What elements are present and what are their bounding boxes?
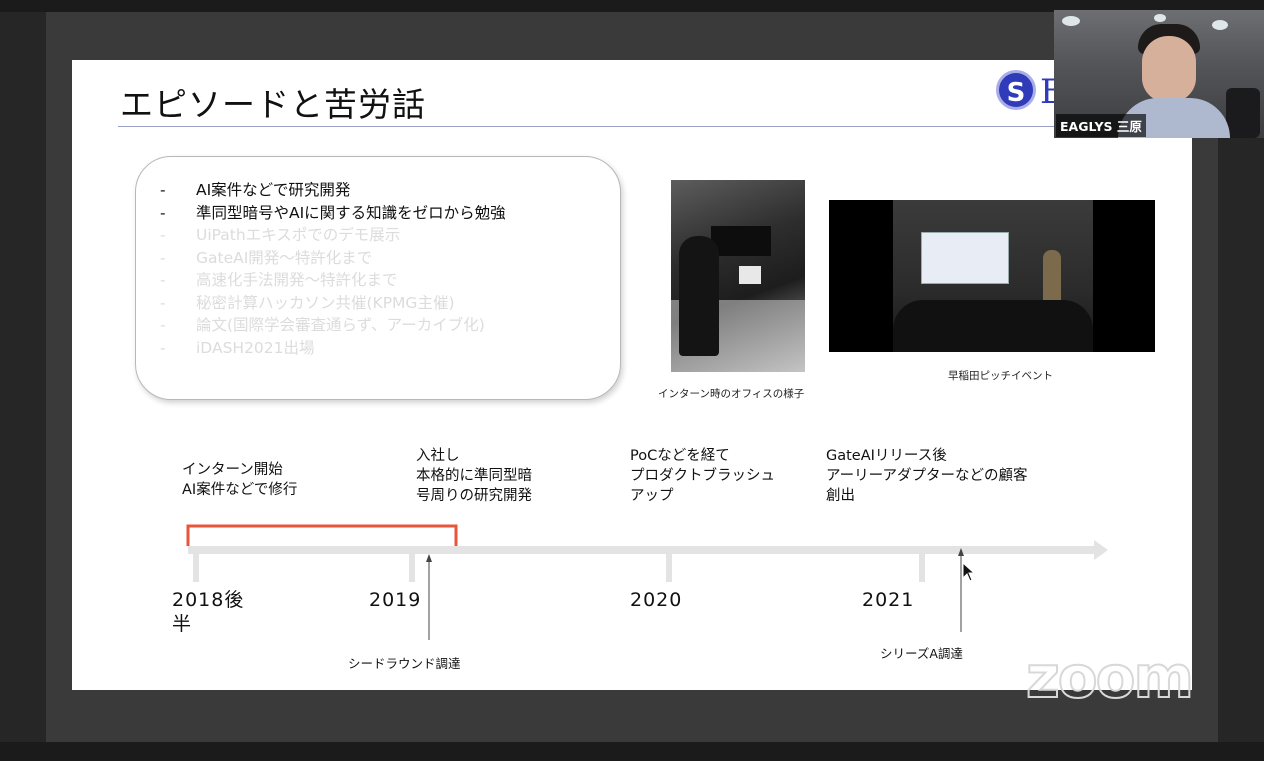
- timeline-event-poc: PoCなどを経て プロダクトブラッシュ アップ: [630, 448, 775, 504]
- participant-name-tag: EAGLYS 三原: [1056, 114, 1146, 137]
- year-2020: 2020: [630, 589, 683, 611]
- zoom-watermark: zoom: [1025, 642, 1195, 712]
- year-2019: 2019: [369, 589, 422, 611]
- bottom-bar: [0, 742, 1264, 761]
- series-a-label: シリーズA調達: [880, 646, 963, 661]
- seed-round-arrow-icon: [426, 554, 432, 562]
- mouse-cursor-icon: [962, 562, 976, 582]
- participant-video[interactable]: EAGLYS 三原: [1054, 10, 1264, 138]
- timeline-event-intern: インターン開始 AI案件などで修行: [182, 462, 298, 498]
- year-2021: 2021: [862, 589, 915, 611]
- timeline-arrowhead-icon: [1094, 540, 1108, 560]
- year-2018: 2018後 半: [172, 589, 245, 635]
- seed-round-label: シードラウンド調達: [348, 656, 461, 671]
- presentation-slide: エピソードと苦労話 S E - AI案件などで研究開発 - 準同型暗号やAIに関する…: [72, 60, 1192, 690]
- timeline-event-join: 入社し 本格的に準同型暗 号周りの研究開発: [416, 448, 532, 504]
- timeline-event-release: GateAIリリース後 アーリーアダプターなどの顧客 創出: [826, 448, 1028, 504]
- intern-period-bracket: [186, 524, 458, 546]
